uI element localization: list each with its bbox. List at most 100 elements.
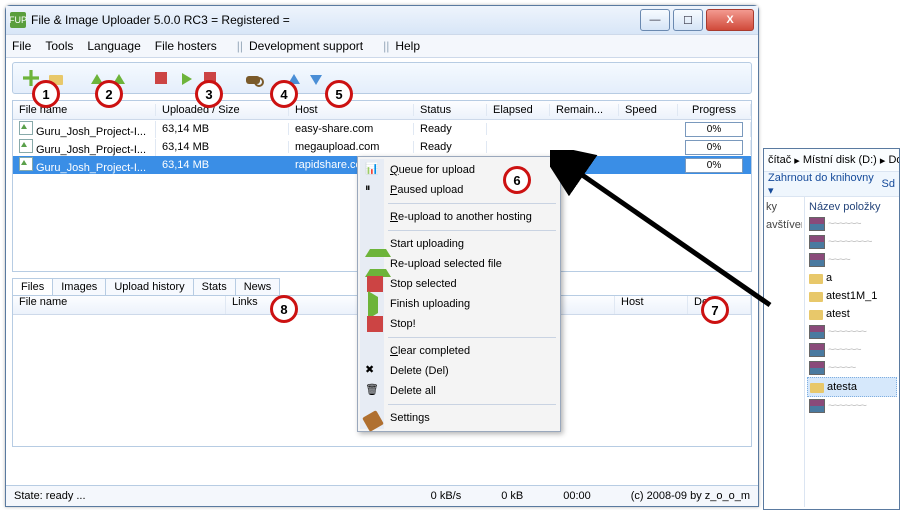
ctx-clear[interactable]: Clear completed [360,341,558,361]
explorer-body: kyavštíver Název položky ~~~~~~~~~~~~~~~… [764,197,899,507]
list-item[interactable]: ~~~~~~ [807,215,897,233]
status-time: 00:00 [563,490,591,502]
minimize-button[interactable]: — [640,9,670,31]
list-item[interactable]: atesta [807,377,897,397]
accounts-icon[interactable] [246,76,260,84]
col2-filename[interactable]: File name [13,296,226,314]
maximize-button[interactable]: ☐ [673,9,703,31]
nav-item[interactable]: ky [766,201,802,219]
tab-images[interactable]: Images [52,278,106,295]
crumb-part[interactable]: Místní disk (D:) [803,154,877,166]
col2-host[interactable]: Host [615,296,688,314]
col-status[interactable]: Status [414,104,487,116]
col-host[interactable]: Host [289,104,414,116]
ctx-reupload-selected[interactable]: Re-upload selected file [360,254,558,274]
file-icon [19,139,33,153]
menu-separator [388,203,556,204]
archive-icon [809,217,825,231]
annotation-1: 1 [32,80,60,108]
move-down-icon[interactable] [310,75,322,85]
file-icon [19,157,33,171]
explorer-window: čítač ▸ Místní disk (D:) ▸ Do Zahrnout d… [763,148,900,510]
archive-icon [809,325,825,339]
breadcrumb[interactable]: čítač ▸ Místní disk (D:) ▸ Do [764,149,899,172]
file-icon [19,121,33,135]
archive-icon [809,343,825,357]
menu-separator: || [237,39,243,53]
list-item[interactable]: ~~~~~~ [807,341,897,359]
tab-files[interactable]: Files [12,278,53,295]
col-progress[interactable]: Progress [678,104,751,116]
share-button[interactable]: Sd [882,178,895,190]
menu-separator: || [383,39,389,53]
table-row[interactable]: Guru_Josh_Project-I...63,14 MBmegaupload… [13,138,751,156]
menu-devsupport[interactable]: Development support [249,39,363,53]
menu-file[interactable]: File [12,39,31,53]
progress-box: 0% [685,122,743,137]
nav-item[interactable] [766,237,802,255]
nav-item[interactable] [766,255,802,273]
annotation-3: 3 [195,80,223,108]
col-size[interactable]: Uploaded / Size [156,104,289,116]
titlebar[interactable]: FUP File & Image Uploader 5.0.0 RC3 = Re… [6,6,758,34]
list-item[interactable]: ~~~~ [807,251,897,269]
explorer-file-list[interactable]: Název položky ~~~~~~~~~~~~~~~~~~aatest1M… [805,197,899,507]
folder-icon [809,274,823,284]
tab-history[interactable]: Upload history [105,278,193,295]
explorer-nav[interactable]: kyavštíver [764,197,805,507]
menu-tools[interactable]: Tools [45,39,73,53]
finish-icon[interactable] [182,73,192,85]
pause-icon: ⏸ [365,182,381,198]
tab-stats[interactable]: Stats [193,278,236,295]
list-item[interactable]: atest [807,305,897,323]
table-row[interactable]: Guru_Josh_Project-I...63,14 MBeasy-share… [13,120,751,138]
col-elapsed[interactable]: Elapsed [487,104,550,116]
ctx-finish[interactable]: Finish uploading [360,294,558,314]
archive-icon [809,399,825,413]
explorer-toolbar: Zahrnout do knihovny ▾ Sd [764,172,899,197]
stop-all-icon [367,316,383,332]
col-filename[interactable]: File name [13,104,156,116]
tab-news[interactable]: News [235,278,281,295]
ctx-reupload-another[interactable]: Re-upload to another hosting [360,207,558,227]
status-speed: 0 kB/s [431,490,462,502]
ctx-start[interactable]: Start uploading [360,234,558,254]
annotation-8: 8 [270,295,298,323]
annotation-6: 6 [503,166,531,194]
queue-icon: 📊 [365,162,381,178]
ctx-delete-all[interactable]: 🗑Delete all [360,381,558,401]
crumb-part[interactable]: Do [888,154,899,166]
list-item[interactable]: ~~~~~~~~ [807,233,897,251]
menu-separator [388,230,556,231]
list-item[interactable]: atest1M_1 [807,287,897,305]
context-menu: 📊Queue for upload ⏸Paused upload Re-uplo… [357,156,561,432]
col-item-name[interactable]: Název položky [807,199,897,215]
list-item[interactable]: a [807,269,897,287]
list-item[interactable]: ~~~~~~~ [807,397,897,415]
menu-help[interactable]: Help [395,39,420,53]
ctx-settings[interactable]: Settings [360,408,558,428]
list-item[interactable]: ~~~~~~~ [807,323,897,341]
archive-icon [809,235,825,249]
list-header: File name Uploaded / Size Host Status El… [13,101,751,120]
close-button[interactable]: X [706,9,754,31]
list-item[interactable]: ~~~~~ [807,359,897,377]
archive-icon [809,361,825,375]
library-button[interactable]: Zahrnout do knihovny ▾ [768,172,882,197]
annotation-7: 7 [701,296,729,324]
nav-item[interactable]: avštíver [766,219,802,237]
ctx-stop[interactable]: Stop! [360,314,558,334]
menu-language[interactable]: Language [87,39,140,53]
menu-separator [388,337,556,338]
folder-icon [809,310,823,320]
ctx-delete[interactable]: ✖Delete (Del) [360,361,558,381]
crumb-part[interactable]: čítač [768,154,791,166]
menu-filehosters[interactable]: File hosters [155,39,217,53]
status-state: State: ready ... [14,490,86,502]
app-icon: FUP [10,12,26,28]
window-title: File & Image Uploader 5.0.0 RC3 = Regist… [31,13,637,27]
col-speed[interactable]: Speed [619,104,678,116]
annotation-5: 5 [325,80,353,108]
stop-selected-icon[interactable] [155,72,167,84]
col-remain[interactable]: Remain... [550,104,619,116]
